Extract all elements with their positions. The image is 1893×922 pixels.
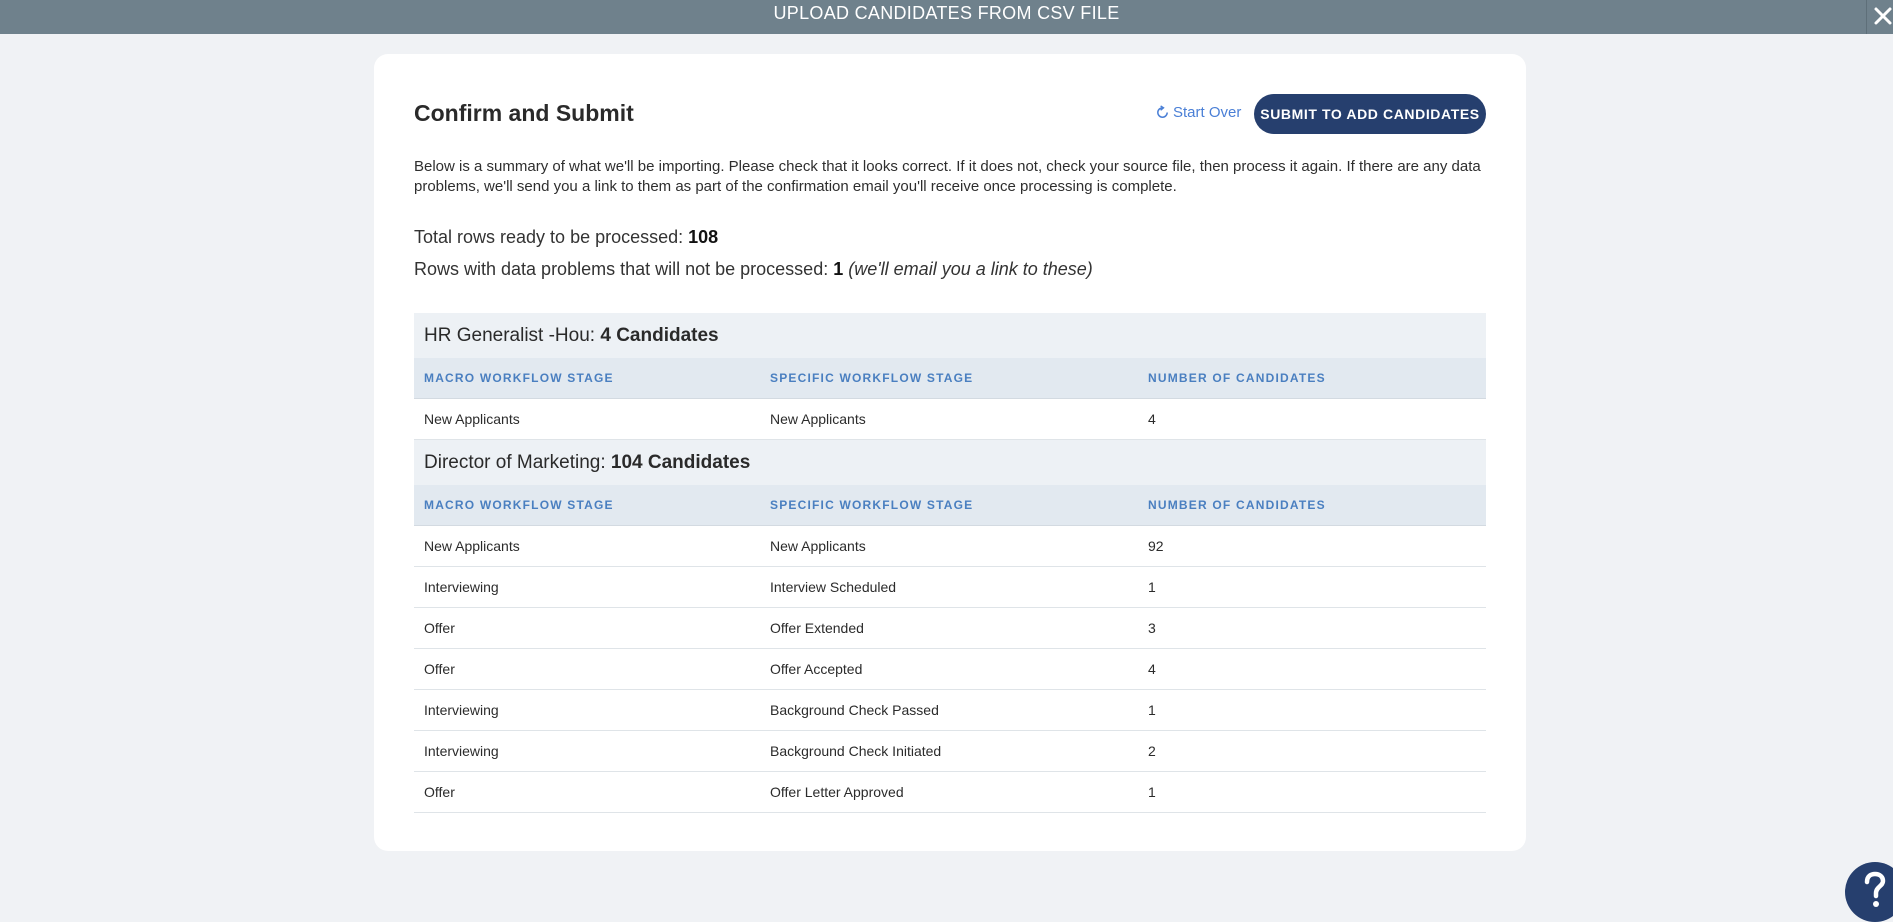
cell-count: 2 xyxy=(1148,743,1156,759)
close-icon xyxy=(1874,7,1892,25)
help-button[interactable] xyxy=(1845,862,1893,922)
job-candidate-count: 104 Candidates xyxy=(610,452,751,473)
submit-button[interactable]: SUBMIT TO ADD CANDIDATES xyxy=(1254,94,1486,134)
cell-macro: New Applicants xyxy=(424,411,520,427)
job-header: Director of Marketing: 104 Candidates xyxy=(414,440,1486,485)
page-title: Confirm and Submit xyxy=(414,100,634,126)
cell-specific: Offer Letter Approved xyxy=(770,784,904,800)
cell-count: 1 xyxy=(1148,702,1156,718)
column-count: NUMBER OF CANDIDATES xyxy=(1148,498,1326,512)
job-name: Director of Marketing: xyxy=(424,452,611,473)
cell-count: 3 xyxy=(1148,620,1156,636)
cell-macro: Interviewing xyxy=(424,702,499,718)
cell-count: 4 xyxy=(1148,661,1156,677)
problem-rows-value: 1 xyxy=(833,259,844,279)
job-name: HR Generalist -Hou: xyxy=(424,325,601,346)
cell-specific: New Applicants xyxy=(770,538,866,554)
cell-specific: Background Check Initiated xyxy=(770,743,942,759)
modal-topbar: UPLOAD CANDIDATES FROM CSV FILE xyxy=(0,0,1893,34)
cell-macro: Offer xyxy=(424,661,455,677)
table-row: New Applicants New Applicants 92 xyxy=(414,526,1486,567)
cell-count: 4 xyxy=(1148,411,1156,427)
problem-rows-stat: Rows with data problems that will not be… xyxy=(414,259,1093,280)
problem-rows-label: Rows with data problems that will not be… xyxy=(414,259,834,279)
close-button[interactable] xyxy=(1866,0,1893,34)
table-row: Offer Offer Extended 3 xyxy=(414,608,1486,649)
cell-specific: Offer Extended xyxy=(770,620,864,636)
cell-specific: Background Check Passed xyxy=(770,702,939,718)
column-count: NUMBER OF CANDIDATES xyxy=(1148,371,1326,385)
total-rows-stat: Total rows ready to be processed: 108 xyxy=(414,227,718,248)
table-row: Interviewing Background Check Passed 1 xyxy=(414,690,1486,731)
cell-macro: Offer xyxy=(424,784,455,800)
cell-count: 1 xyxy=(1148,579,1156,595)
start-over-label: Start Over xyxy=(1173,104,1242,121)
problem-rows-note: (we'll email you a link to these) xyxy=(848,259,1093,279)
table-row: New Applicants New Applicants 4 xyxy=(414,399,1486,440)
cell-specific: Offer Accepted xyxy=(770,661,863,677)
column-macro: MACRO WORKFLOW STAGE xyxy=(424,371,614,385)
job-candidate-count: 4 Candidates xyxy=(600,325,719,346)
column-specific: SPECIFIC WORKFLOW STAGE xyxy=(770,498,974,512)
question-icon xyxy=(1864,871,1886,907)
total-rows-label: Total rows ready to be processed: xyxy=(414,227,689,247)
job-header: HR Generalist -Hou: 4 Candidates xyxy=(414,313,1486,358)
cell-macro: Offer xyxy=(424,620,455,636)
cell-count: 1 xyxy=(1148,784,1156,800)
confirm-card: Confirm and Submit Start Over SUBMIT TO … xyxy=(374,54,1526,851)
cell-macro: Interviewing xyxy=(424,743,499,759)
cell-macro: Interviewing xyxy=(424,579,499,595)
cell-count: 92 xyxy=(1148,538,1164,554)
refresh-icon xyxy=(1157,105,1168,118)
table-row: Offer Offer Letter Approved 1 xyxy=(414,772,1486,813)
cell-specific: Interview Scheduled xyxy=(770,579,897,595)
intro-text: Below is a summary of what we'll be impo… xyxy=(414,158,1481,195)
column-macro: MACRO WORKFLOW STAGE xyxy=(424,498,614,512)
table-row: Offer Offer Accepted 4 xyxy=(414,649,1486,690)
table-row: Interviewing Background Check Initiated … xyxy=(414,731,1486,772)
cell-macro: New Applicants xyxy=(424,538,520,554)
jobs-summary: HR Generalist -Hou: 4 Candidates MACRO W… xyxy=(414,313,1486,813)
start-over-link[interactable]: Start Over xyxy=(1155,104,1241,121)
table-header: MACRO WORKFLOW STAGE SPECIFIC WORKFLOW S… xyxy=(414,358,1486,399)
table-header: MACRO WORKFLOW STAGE SPECIFIC WORKFLOW S… xyxy=(414,485,1486,526)
total-rows-value: 108 xyxy=(688,227,719,247)
modal-title: UPLOAD CANDIDATES FROM CSV FILE xyxy=(773,3,1120,23)
table-row: Interviewing Interview Scheduled 1 xyxy=(414,567,1486,608)
cell-specific: New Applicants xyxy=(770,411,866,427)
column-specific: SPECIFIC WORKFLOW STAGE xyxy=(770,371,974,385)
